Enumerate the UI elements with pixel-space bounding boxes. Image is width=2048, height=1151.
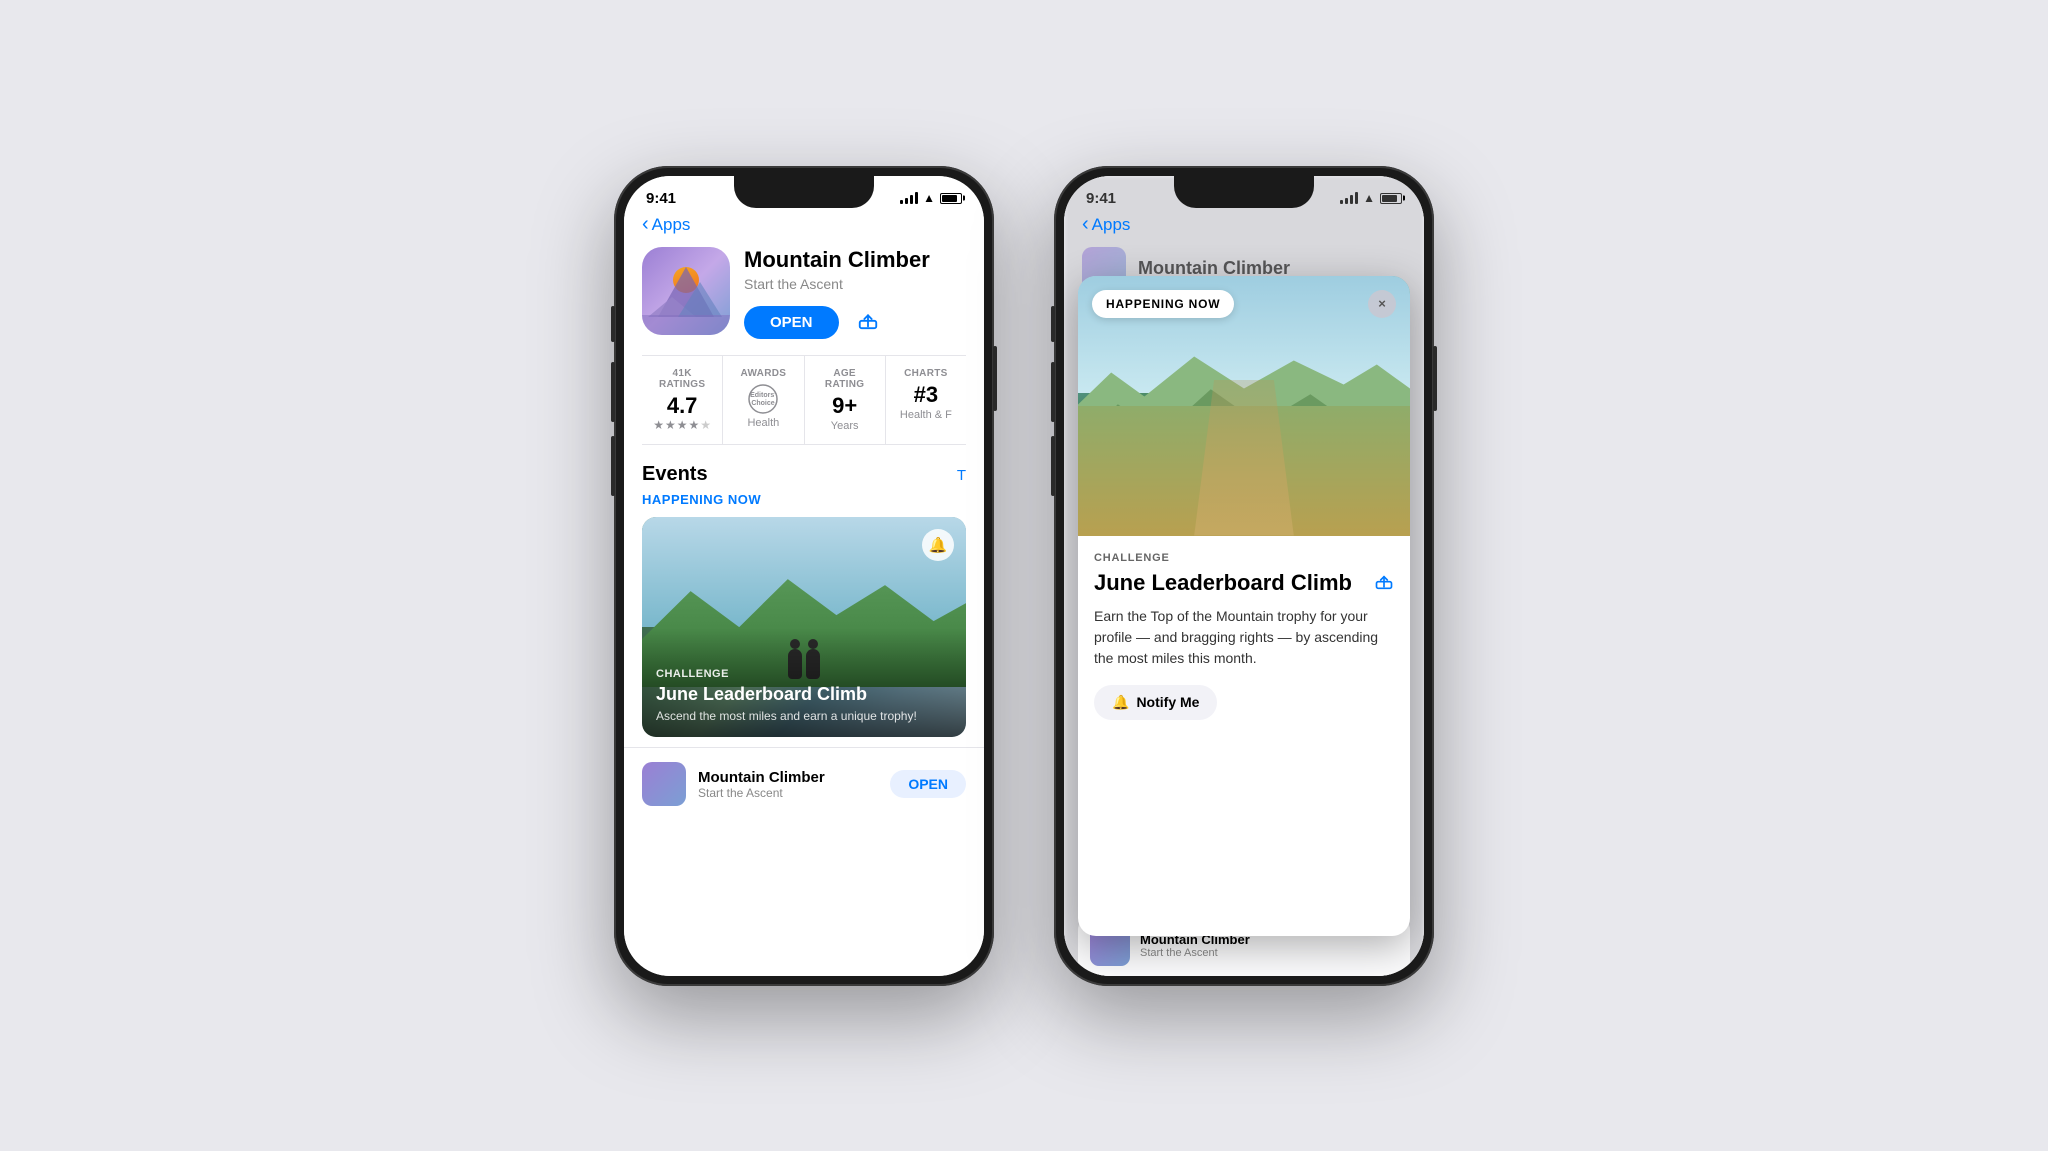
rating-cell-awards: AWARDS Editors' Choice Health — [723, 356, 804, 444]
stars-display: ★ ★ ★ ★ ★ — [650, 418, 714, 432]
signal-icon-2 — [1340, 192, 1358, 204]
back-button-1[interactable]: ‹ Apps — [642, 215, 690, 235]
event-modal-type: CHALLENGE — [1094, 552, 1394, 564]
phone-2-screen: 9:41 ▲ — [1064, 176, 1424, 976]
svg-text:Editors': Editors' — [750, 392, 776, 399]
rating-label-count: 41K RATINGS — [650, 368, 714, 390]
event-card-1[interactable]: 🔔 CHALLENGE June Leaderboard Climb Ascen… — [642, 517, 966, 737]
app-info-1: Mountain Climber Start the Ascent OPEN — [744, 247, 966, 339]
rating-value-age: 9+ — [813, 394, 877, 418]
phone-1-screen: 9:41 ▲ — [624, 176, 984, 976]
mountain-svg — [642, 247, 730, 335]
happening-badge: HAPPENING NOW — [1092, 290, 1234, 318]
volume-up-button — [611, 362, 615, 422]
mini-app-card-1: Mountain Climber Start the Ascent OPEN — [624, 747, 984, 820]
event-title-1: June Leaderboard Climb — [656, 684, 952, 705]
event-card-overlay: CHALLENGE June Leaderboard Climb Ascend … — [642, 628, 966, 737]
status-time-1: 9:41 — [646, 190, 676, 207]
power-button — [993, 346, 997, 411]
rating-label-charts: CHARTS — [894, 368, 958, 379]
event-modal-title: June Leaderboard Climb — [1094, 570, 1374, 596]
mini-app-name: Mountain Climber — [698, 769, 878, 786]
status-icons-2: ▲ — [1340, 191, 1402, 205]
age-sub: Years — [813, 420, 877, 432]
status-icons-1: ▲ — [900, 191, 962, 205]
phone2-mini-sub: Start the Ascent — [1140, 947, 1398, 959]
rating-value-charts: #3 — [894, 383, 958, 407]
mini-app-info: Mountain Climber Start the Ascent — [698, 769, 878, 800]
event-modal-title-row: June Leaderboard Climb — [1094, 570, 1394, 596]
share-icon-2[interactable] — [1374, 570, 1394, 596]
wifi-icon-2: ▲ — [1363, 191, 1375, 205]
event-modal-desc: Earn the Top of the Mountain trophy for … — [1094, 606, 1394, 669]
phone2-mini-info: Mountain Climber Start the Ascent — [1140, 932, 1398, 959]
notify-label: Notify Me — [1136, 694, 1199, 710]
mute-button — [611, 306, 615, 342]
bell-icon-2: 🔔 — [1112, 694, 1129, 711]
mini-open-button[interactable]: OPEN — [890, 770, 966, 798]
mute-button-2 — [1051, 306, 1055, 342]
share-icon-1[interactable] — [857, 308, 879, 336]
app-subtitle-1: Start the Ascent — [744, 276, 966, 292]
app-actions-1: OPEN — [744, 306, 966, 339]
scene: 9:41 ▲ — [0, 0, 2048, 1151]
volume-up-button-2 — [1051, 362, 1055, 422]
bell-icon[interactable]: 🔔 — [922, 529, 954, 561]
back-button-2[interactable]: ‹ Apps — [1082, 215, 1130, 235]
mini-app-sub: Start the Ascent — [698, 786, 878, 800]
rating-cell-count: 41K RATINGS 4.7 ★ ★ ★ ★ ★ — [642, 356, 723, 444]
event-modal-content: CHALLENGE June Leaderboard Climb — [1078, 536, 1410, 736]
volume-down-button — [611, 436, 615, 496]
open-button-1[interactable]: OPEN — [744, 306, 839, 339]
app-icon-1 — [642, 247, 730, 335]
back-label-2: Apps — [1092, 215, 1131, 235]
battery-icon — [940, 193, 962, 204]
awards-sub: Health — [731, 417, 795, 429]
status-time-2: 9:41 — [1086, 190, 1116, 207]
events-title: Events — [642, 463, 708, 486]
rating-value-count: 4.7 — [650, 394, 714, 418]
chevron-left-icon-2: ‹ — [1082, 214, 1089, 234]
happening-now-label-1: HAPPENING NOW — [624, 492, 984, 517]
battery-icon-2 — [1380, 193, 1402, 204]
event-modal: HAPPENING NOW × CHALLENGE June Leaderboa… — [1078, 276, 1410, 936]
events-link[interactable]: T — [957, 467, 966, 484]
signal-icon — [900, 192, 918, 204]
app-name-1: Mountain Climber — [744, 247, 966, 273]
event-type-1: CHALLENGE — [656, 668, 952, 680]
editors-badge: Editors' Choice — [731, 383, 795, 415]
phone-1: 9:41 ▲ — [614, 166, 994, 986]
phone-2: 9:41 ▲ — [1054, 166, 1434, 986]
mini-app-icon — [642, 762, 686, 806]
notch-2 — [1174, 176, 1314, 208]
rating-cell-charts: CHARTS #3 Health & F — [886, 356, 966, 444]
chevron-left-icon: ‹ — [642, 214, 649, 234]
event-desc-1: Ascend the most miles and earn a unique … — [656, 709, 952, 723]
power-button-2 — [1433, 346, 1437, 411]
events-section-header: Events T — [624, 445, 984, 492]
close-button[interactable]: × — [1368, 290, 1396, 318]
app-header-1: Mountain Climber Start the Ascent OPEN — [624, 239, 984, 355]
wifi-icon: ▲ — [923, 191, 935, 205]
ratings-row-1: 41K RATINGS 4.7 ★ ★ ★ ★ ★ AWARDS — [642, 355, 966, 445]
rating-label-age: AGE RATING — [813, 368, 877, 390]
nav-bar-1: ‹ Apps — [624, 207, 984, 239]
back-label-1: Apps — [652, 215, 691, 235]
notify-button[interactable]: 🔔 Notify Me — [1094, 685, 1217, 720]
rating-label-awards: AWARDS — [731, 368, 795, 379]
nav-bar-2: ‹ Apps — [1064, 207, 1424, 239]
rating-cell-age: AGE RATING 9+ Years — [805, 356, 886, 444]
volume-down-button-2 — [1051, 436, 1055, 496]
charts-sub: Health & F — [894, 409, 958, 421]
notch — [734, 176, 874, 208]
svg-text:Choice: Choice — [752, 400, 775, 407]
